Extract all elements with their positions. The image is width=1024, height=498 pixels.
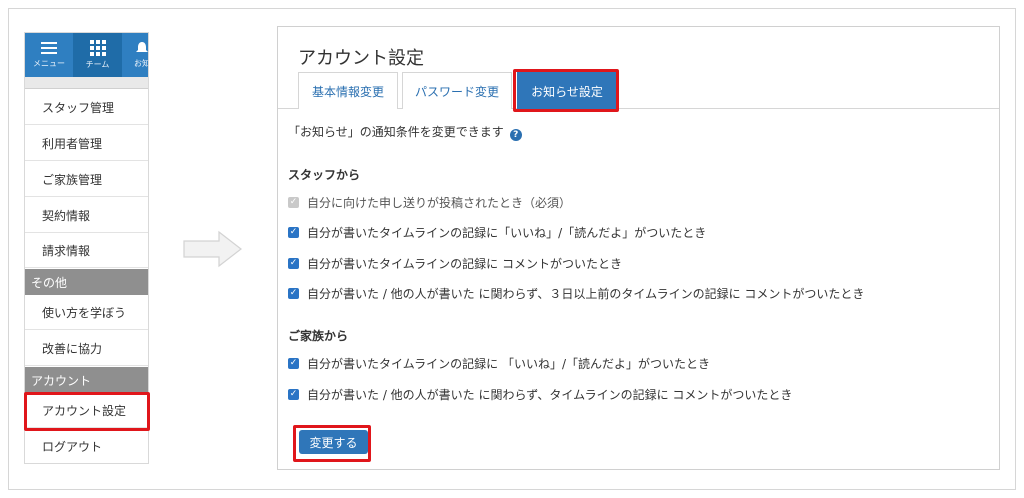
sidebar-item-billing[interactable]: 請求情報 (25, 233, 148, 268)
checkbox-checked[interactable]: ✓ (288, 389, 299, 400)
checkbox-checked[interactable]: ✓ (288, 258, 299, 269)
staff-option-old-comment[interactable]: ✓ 自分が書いた / 他の人が書いた に関わらず、３日以上前のタイムラインの記録… (288, 285, 864, 302)
staff-option-like[interactable]: ✓ 自分が書いたタイムラインの記録に「いいね」/「読んだよ」がついたとき (288, 224, 706, 241)
highlight-notification-tab (513, 69, 619, 112)
tab-basic-info[interactable]: 基本情報変更 (298, 72, 398, 109)
family-option-comment[interactable]: ✓ 自分が書いた / 他の人が書いた に関わらず、タイムラインの記録に コメント… (288, 386, 792, 403)
sidebar-item-family[interactable]: ご家族管理 (25, 162, 148, 197)
staff-heading: スタッフから (288, 168, 361, 182)
sidebar-top-tiles: メニュー チーム お知 (25, 33, 149, 89)
notice-tile[interactable]: お知 (122, 33, 149, 77)
option-label: 自分が書いたタイムラインの記録に コメントがついたとき (307, 257, 622, 271)
notice-tile-label: お知 (134, 59, 149, 68)
option-label: 自分に向けた申し送りが投稿されたとき（必須） (307, 196, 572, 210)
account-settings-panel: アカウント設定 基本情報変更 パスワード変更 お知らせ設定 「お知らせ」の通知条… (277, 26, 1000, 470)
highlight-account-settings (24, 392, 150, 431)
sidebar-section-other: その他 (25, 269, 148, 295)
checkbox-checked[interactable]: ✓ (288, 358, 299, 369)
option-label: 自分が書いたタイムラインの記録に「いいね」/「読んだよ」がついたとき (307, 226, 707, 240)
grid-icon (89, 40, 106, 56)
option-label: 自分が書いた / 他の人が書いた に関わらず、タイムラインの記録に コメントがつ… (307, 388, 793, 402)
menu-tile-label: メニュー (33, 59, 65, 68)
option-label: 自分が書いた / 他の人が書いた に関わらず、３日以上前のタイムラインの記録に … (307, 287, 865, 301)
page-title: アカウント設定 (298, 48, 424, 69)
sidebar-item-feedback[interactable]: 改善に協力 (25, 331, 148, 366)
checkbox-checked-disabled: ✓ (288, 197, 299, 208)
notification-icon (136, 42, 148, 52)
sidebar-item-learn[interactable]: 使い方を学ぼう (25, 295, 148, 330)
checkbox-checked[interactable]: ✓ (288, 227, 299, 238)
help-icon[interactable]: ? (509, 129, 522, 141)
staff-option-handover: ✓ 自分に向けた申し送りが投稿されたとき（必須） (288, 194, 571, 211)
option-label: 自分が書いたタイムラインの記録に 「いいね」/「読んだよ」がついたとき (307, 357, 711, 371)
sidebar-item-users[interactable]: 利用者管理 (25, 126, 148, 161)
sidebar-item-staff[interactable]: スタッフ管理 (25, 90, 148, 125)
checkbox-checked[interactable]: ✓ (288, 288, 299, 299)
family-option-like[interactable]: ✓ 自分が書いたタイムラインの記録に 「いいね」/「読んだよ」がついたとき (288, 355, 710, 372)
menu-tile[interactable]: メニュー (25, 33, 73, 77)
family-heading: ご家族から (288, 329, 349, 343)
tab-password[interactable]: パスワード変更 (402, 72, 512, 109)
sidebar-item-contract[interactable]: 契約情報 (25, 198, 148, 233)
team-tile[interactable]: チーム (73, 33, 122, 77)
team-tile-label: チーム (85, 60, 110, 69)
description: 「お知らせ」の通知条件を変更できます? (288, 123, 522, 141)
highlight-submit-button (293, 425, 371, 462)
right-arrow-icon (183, 230, 242, 268)
staff-option-comment[interactable]: ✓ 自分が書いたタイムラインの記録に コメントがついたとき (288, 255, 622, 272)
description-text: 「お知らせ」の通知条件を変更できます (288, 125, 504, 139)
sidebar-item-logout[interactable]: ログアウト (25, 429, 148, 463)
sidebar-section-account: アカウント (25, 367, 148, 393)
hamburger-icon (41, 42, 57, 54)
